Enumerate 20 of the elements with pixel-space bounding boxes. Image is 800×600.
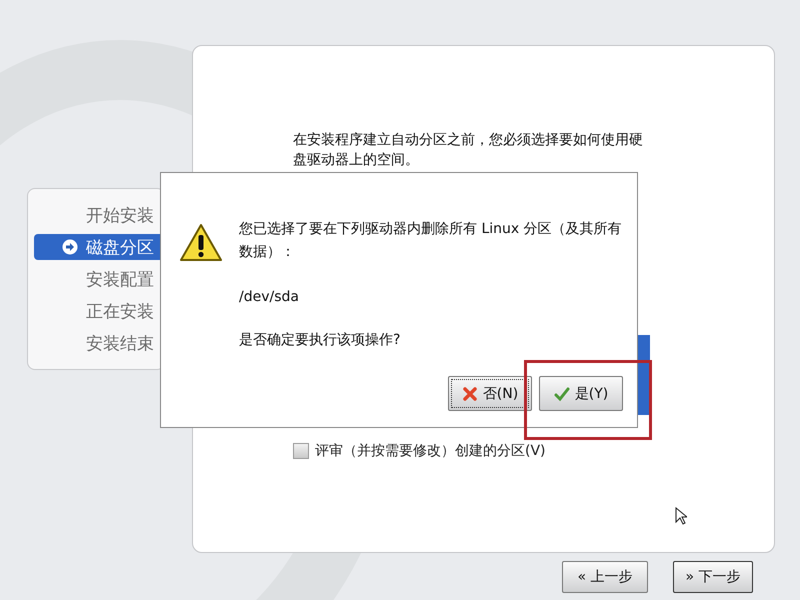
- step-item: 开始安装: [85, 204, 155, 228]
- dialog-question: 是否确定要执行该项操作?: [239, 331, 402, 350]
- step-item: 安装结束: [85, 332, 155, 356]
- device-path: /dev/sda: [239, 288, 300, 307]
- cross-icon: [462, 386, 478, 402]
- checkbox-label: 评审（并按需要修改）创建的分区(V): [315, 442, 546, 460]
- review-checkbox[interactable]: 评审（并按需要修改）创建的分区(V): [293, 442, 754, 460]
- check-icon: [554, 386, 570, 402]
- mouse-cursor-icon: [675, 507, 687, 525]
- checkbox[interactable]: [293, 443, 309, 459]
- warning-icon: [179, 223, 223, 263]
- intro-text: 在安装程序建立自动分区之前，您必须选择要如何使用硬盘驱动器上的空间。: [293, 131, 644, 170]
- next-button[interactable]: » 下一步: [673, 561, 753, 593]
- no-button[interactable]: 否(N): [448, 376, 532, 411]
- dialog-message: 您已选择了要在下列驱动器内删除所有 Linux 分区（及其所有数据）：: [239, 220, 623, 262]
- step-item: 正在安装: [85, 300, 155, 324]
- yes-button[interactable]: 是(Y): [539, 376, 623, 411]
- step-item: 安装配置: [85, 268, 155, 292]
- arrow-circle-icon: [62, 239, 78, 255]
- back-button[interactable]: « 上一步: [562, 561, 648, 593]
